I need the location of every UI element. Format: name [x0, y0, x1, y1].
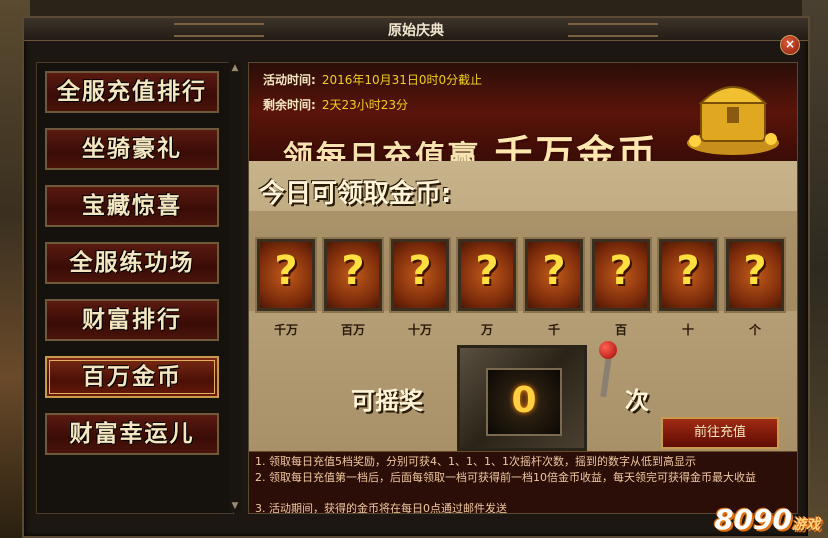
digit-value: ?	[676, 248, 700, 294]
today-claimable-label: 今日可领取金币:	[259, 179, 452, 209]
digit-card: ?	[659, 239, 717, 311]
main-panel: 活动时间: 2016年10月31日0时0分截止 剩余时间: 2天23小时23分 领每…	[248, 62, 798, 514]
event-window: 原始庆典 × 全服充值排行 坐骑豪礼 宝藏惊喜 全服练功场 财富排行 百万金币 …	[22, 16, 810, 538]
digit-value: ?	[743, 248, 767, 294]
digit-label: 十	[681, 323, 694, 337]
slot-window: 0	[486, 368, 562, 436]
digit-card: ?	[525, 239, 583, 311]
remaining-time-value: 2天23小时23分	[321, 98, 408, 112]
digit-value: ?	[475, 248, 499, 294]
treasure-chest-icon	[687, 86, 779, 155]
activity-time-label: 活动时间:	[263, 73, 316, 87]
digit-card: ?	[391, 239, 449, 311]
digit-card: ?	[257, 239, 315, 311]
scroll-down-icon[interactable]: ▼	[229, 500, 241, 512]
activity-time: 活动时间: 2016年10月31日0时0分截止	[263, 71, 482, 88]
activity-time-value: 2016年10月31日0时0分截止	[321, 73, 483, 87]
site-watermark-logo: 8090游戏	[714, 503, 820, 536]
digit-label: 千万	[273, 323, 298, 337]
rule-text: 2. 领取每日充值第一档后，后面每领取一档可获得前一档10倍金币收益，每天领完可…	[255, 471, 756, 484]
sidebar-item-wealth-ranking[interactable]: 财富排行	[45, 299, 219, 341]
digit-card: ?	[458, 239, 516, 311]
scroll-up-icon[interactable]: ▲	[229, 62, 241, 74]
digit-value: ?	[609, 248, 633, 294]
digit-value: ?	[341, 248, 365, 294]
remaining-time: 剩余时间: 2天23小时23分	[263, 96, 408, 113]
digit-card: ?	[324, 239, 382, 311]
digit-value: ?	[274, 248, 298, 294]
sidebar-item-million-gold[interactable]: 百万金币	[45, 356, 219, 398]
shake-count-label: 可摇奖	[351, 387, 423, 415]
digit-card: ?	[592, 239, 650, 311]
digit-value: ?	[542, 248, 566, 294]
digit-label: 千	[547, 323, 560, 337]
digit-label: 百万	[340, 323, 365, 337]
shake-count-value: 0	[511, 380, 537, 421]
lever-stick[interactable]	[600, 356, 612, 398]
sidebar-item-training-ground[interactable]: 全服练功场	[45, 242, 219, 284]
sidebar-item-recharge-ranking[interactable]: 全服充值排行	[45, 71, 219, 113]
event-banner: 活动时间: 2016年10月31日0时0分截止 剩余时间: 2天23小时23分 领每…	[249, 63, 797, 176]
watermark-brand: 8090	[714, 503, 792, 536]
digit-value: ?	[408, 248, 432, 294]
rule-text: 1. 领取每日充值5档奖励，分别可获4、1、1、1、1次摇杆次数，摇到的数字从低…	[255, 455, 696, 468]
digit-label: 百	[614, 323, 627, 337]
reward-area: 今日可领取金币: ? ? ? ? ? ? ? ? 千万 百万 十万 万 千 百 …	[249, 161, 797, 451]
sidebar-item-mount-gift[interactable]: 坐骑豪礼	[45, 128, 219, 170]
window-title: 原始庆典	[388, 23, 444, 39]
window-titlebar: 原始庆典	[24, 18, 808, 41]
sidebar-item-lucky-winner[interactable]: 财富幸运儿	[45, 413, 219, 455]
rule-text: 3. 活动期间，获得的金币将在每日0点通过邮件发送	[255, 502, 507, 514]
digit-label: 十万	[407, 323, 432, 337]
digit-card: ?	[726, 239, 784, 311]
sidebar-scrollbar[interactable]: ▲ ▼	[229, 62, 241, 512]
go-recharge-button[interactable]: 前往充值	[661, 417, 779, 449]
sidebar: 全服充值排行 坐骑豪礼 宝藏惊喜 全服练功场 财富排行 百万金币 财富幸运儿	[36, 62, 234, 514]
remaining-time-label: 剩余时间:	[263, 98, 316, 112]
digit-label: 万	[480, 323, 493, 337]
close-button[interactable]: ×	[780, 35, 800, 55]
times-label: 次	[625, 387, 649, 415]
slot-machine: 0	[457, 345, 587, 451]
watermark-suffix: 游戏	[792, 517, 820, 533]
digit-label: 个	[748, 323, 761, 337]
sidebar-item-treasure-surprise[interactable]: 宝藏惊喜	[45, 185, 219, 227]
lever-knob-icon[interactable]	[599, 341, 617, 359]
